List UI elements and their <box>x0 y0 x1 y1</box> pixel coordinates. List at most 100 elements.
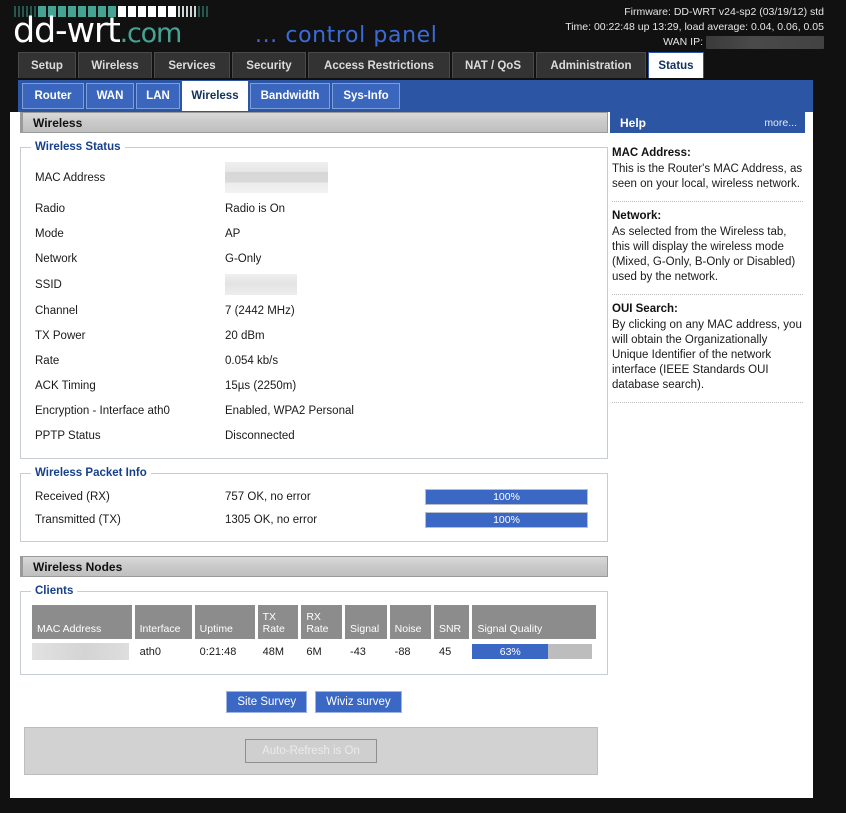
status-row-value: 0.054 kb/s <box>225 354 279 367</box>
masthead: dd-wrt.com ... control panel Firmware: D… <box>0 0 846 52</box>
primary-tab-label: Access Restrictions <box>324 59 434 72</box>
help-entry-divider <box>612 294 803 295</box>
status-row-value: Radio is On <box>225 202 286 215</box>
status-row-label: SSID <box>35 278 62 291</box>
status-row-label: MAC Address <box>35 171 106 184</box>
firmware-line: Firmware: DD-WRT v24-sp2 (03/19/12) std <box>624 6 824 18</box>
client-rx-rate-cell: 6M <box>306 645 322 658</box>
packet-info-progress-bar: 100% <box>425 511 588 528</box>
packet-info-value: 1305 OK, no error <box>225 513 318 526</box>
client-tx-rate-cell: 48M <box>262 645 285 658</box>
column-header-line: Interface <box>139 623 181 635</box>
clients-column-header: Interface <box>134 605 192 639</box>
secondary-tab-wan[interactable]: WAN <box>86 83 134 109</box>
clients-column-header: Signal Quality <box>472 605 596 639</box>
clients-table: MAC Address Interface Uptime TX Rate RX Rate Si… <box>29 603 599 664</box>
packet-info-legend: Wireless Packet Info <box>35 467 147 479</box>
status-row-label: Radio <box>35 202 66 215</box>
column-header-line: Signal Quality <box>477 623 543 635</box>
help-entry-text: This is the Router's MAC Address, as see… <box>612 163 803 190</box>
help-entry-heading: Network: <box>612 210 662 222</box>
clients-column-header: Uptime <box>194 605 255 639</box>
status-row: Network G-Only <box>29 246 599 271</box>
help-entry-text: By clicking on any MAC address, you will… <box>612 319 802 391</box>
wan-ip-line: WAN IP: <box>565 35 824 50</box>
secondary-tab-label: Sys-Info <box>343 90 389 102</box>
secondary-tab-sys-info[interactable]: Sys-Info <box>332 83 400 109</box>
system-info: Firmware: DD-WRT v24-sp2 (03/19/12) std … <box>565 5 824 50</box>
client-uptime-cell: 0:21:48 <box>199 645 237 658</box>
client-noise-cell: -88 <box>394 645 411 658</box>
packet-info-row: Received (RX) 757 OK, no error 100% <box>29 485 599 508</box>
column-header-line: Noise <box>394 623 422 635</box>
secondary-tab-wireless[interactable]: Wireless <box>182 81 248 111</box>
status-row-label: TX Power <box>35 329 86 342</box>
status-row-label: Network <box>35 252 78 265</box>
primary-tab-setup[interactable]: Setup <box>18 52 76 78</box>
redacted-client-mac-value <box>32 643 129 660</box>
packet-info-row: Transmitted (TX) 1305 OK, no error 100% <box>29 508 599 531</box>
status-row-label: Channel <box>35 304 78 317</box>
secondary-tab-label: Router <box>34 90 72 102</box>
help-body: MAC Address: This is the Router's MAC Add… <box>610 133 805 403</box>
primary-tab-access-restrictions[interactable]: Access Restrictions <box>308 52 450 78</box>
column-header-line: Rate <box>306 623 329 635</box>
status-row-value: 7 (2442 MHz) <box>225 304 295 317</box>
status-row: Rate 0.054 kb/s <box>29 348 599 373</box>
status-row-value: G-Only <box>225 252 262 265</box>
column-header-line: Uptime <box>199 623 233 635</box>
site-logo: dd-wrt.com <box>13 14 183 51</box>
help-entry-text: As selected from the Wireless tab, this … <box>612 226 796 283</box>
packet-info-value: 757 OK, no error <box>225 490 311 503</box>
logo-suffix-text: .com <box>119 18 183 49</box>
wireless-panel-title-text: Wireless <box>33 115 83 130</box>
primary-tab-status[interactable]: Status <box>648 52 704 78</box>
primary-tab-label: NAT / QoS <box>464 59 521 72</box>
help-entry-divider <box>612 201 803 202</box>
primary-tab-bar: Setup Wireless Services Security Access Rest… <box>0 52 846 80</box>
primary-tab-nat-qos[interactable]: NAT / QoS <box>452 52 534 78</box>
tagline: ... control panel <box>255 23 438 48</box>
wireless-panel-title: Wireless <box>20 112 608 133</box>
secondary-tab-label: Bandwidth <box>260 90 320 102</box>
primary-tab-services[interactable]: Services <box>154 52 230 78</box>
secondary-tab-router[interactable]: Router <box>22 83 84 109</box>
status-row: PPTP Status Disconnected <box>29 423 599 448</box>
status-row-label: Mode <box>35 227 64 240</box>
column-header-line: SNR <box>438 623 462 635</box>
wiviz-survey-button[interactable]: Wiviz survey <box>315 691 402 713</box>
clients-column-header: TX Rate <box>257 605 299 639</box>
status-row: Encryption - Interface ath0 Enabled, WPA2… <box>29 398 599 423</box>
packet-info-rows: Received (RX) 757 OK, no error 100% Transmi… <box>29 485 599 531</box>
secondary-tab-label: LAN <box>146 90 170 102</box>
client-snr-cell: 45 <box>438 645 452 658</box>
primary-tab-security[interactable]: Security <box>232 52 306 78</box>
wireless-status-legend: Wireless Status <box>35 141 121 153</box>
status-row-value <box>225 162 425 193</box>
status-row: Radio Radio is On <box>29 196 599 221</box>
secondary-tab-label: Wireless <box>191 90 239 102</box>
primary-tab-wireless[interactable]: Wireless <box>78 52 152 78</box>
site-survey-button[interactable]: Site Survey <box>226 691 308 713</box>
primary-tab-label: Services <box>168 59 216 72</box>
primary-tab-label: Setup <box>31 59 63 72</box>
secondary-tab-lan[interactable]: LAN <box>136 83 180 109</box>
secondary-tab-bar: Router WAN LAN Wireless Bandwidth Sys-Info <box>18 80 813 112</box>
dd-wrt-control-panel: dd-wrt.com ... control panel Firmware: D… <box>0 0 846 813</box>
tick-mark <box>182 6 184 17</box>
auto-refresh-button[interactable]: Auto-Refresh is On <box>245 739 377 763</box>
client-mac-address-cell[interactable] <box>32 641 132 662</box>
clients-column-header: RX Rate <box>301 605 343 639</box>
wireless-status-rows: MAC Address Radio Radio is On Mode AP Network… <box>29 159 599 448</box>
column-header-line: Signal <box>350 623 380 635</box>
help-entry-heading: MAC Address: <box>612 147 691 159</box>
help-panel-title: Help more... <box>610 112 805 133</box>
clients-column-header: Signal <box>345 605 387 639</box>
primary-tab-administration[interactable]: Administration <box>536 52 646 78</box>
status-row: TX Power 20 dBm <box>29 323 599 348</box>
secondary-tab-bandwidth[interactable]: Bandwidth <box>250 83 330 109</box>
status-row-label: ACK Timing <box>35 379 96 392</box>
redacted-mac-address-value <box>225 162 328 193</box>
clients-column-header: SNR <box>433 605 470 639</box>
help-more-link[interactable]: more... <box>764 117 797 129</box>
